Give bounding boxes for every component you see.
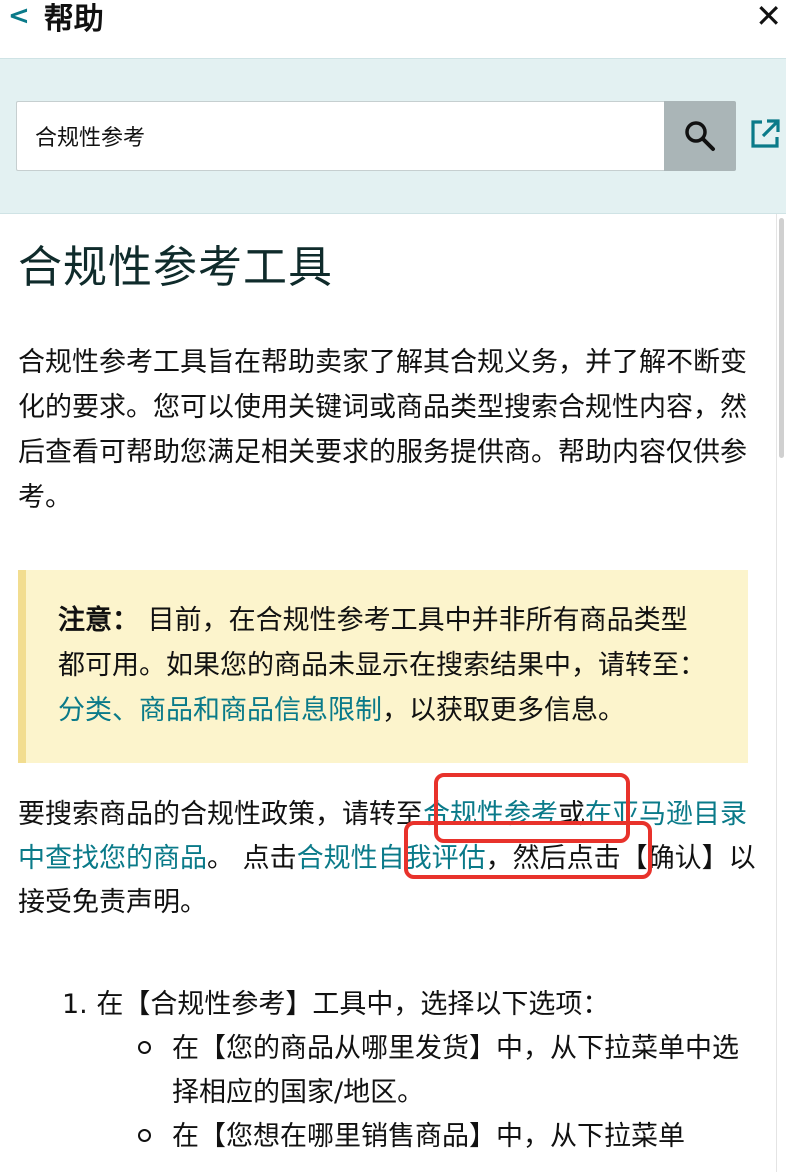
highlight-box-self-assessment <box>404 821 652 879</box>
intro-paragraph: 合规性参考工具旨在帮助卖家了解其合规义务，并了解不断变化的要求。您可以使用关键词… <box>18 347 747 513</box>
step-number: 1. <box>62 989 88 1020</box>
note-text-end: ，以获取更多信息。 <box>382 695 625 726</box>
external-link-button[interactable] <box>748 117 784 153</box>
bullet-icon <box>138 1041 151 1054</box>
note-text: 目前，在合规性参考工具中并非所有商品类型都可用。如果您的商品未显示在搜索结果中，… <box>58 605 706 681</box>
step-item: 1. 在【合规性参考】工具中，选择以下选项： 在【您的商品从哪里发货】中，从下拉… <box>62 983 758 1159</box>
sub-item-text: 在【您想在哪里销售商品】中，从下拉菜单 <box>172 1121 685 1152</box>
search-input[interactable] <box>16 101 664 171</box>
scrollbar-thumb[interactable] <box>779 218 784 458</box>
search-button[interactable] <box>664 101 736 171</box>
magnifier-icon <box>685 121 715 151</box>
note-label: 注意： <box>58 605 139 636</box>
search-instructions-paragraph: 要搜索商品的合规性政策，请转至合规性参考或在亚马逊目录中查找您的商品。 点击合规… <box>18 773 758 925</box>
bullet-icon <box>138 1129 151 1142</box>
chevron-left-icon: < <box>8 1 30 31</box>
top-bar: < 帮助 ✕ <box>0 0 786 58</box>
close-icon[interactable]: ✕ <box>755 0 782 38</box>
panel-title: 帮助 <box>43 2 104 37</box>
note-box: 注意： 目前，在合规性参考工具中并非所有商品类型都可用。如果您的商品未显示在搜索… <box>18 570 748 763</box>
article-content: 合规性参考工具 合规性参考工具旨在帮助卖家了解其合规义务，并了解不断变化的要求。… <box>0 214 776 1172</box>
sub-list-item: 在【您的商品从哪里发货】中，从下拉菜单中选择相应的国家/地区。 <box>138 1027 758 1115</box>
search-band <box>0 58 786 214</box>
sub-list-item: 在【您想在哪里销售商品】中，从下拉菜单 <box>138 1115 758 1159</box>
page-title: 合规性参考工具 <box>18 242 333 293</box>
sub-list: 在【您的商品从哪里发货】中，从下拉菜单中选择相应的国家/地区。 在【您想在哪里销… <box>138 1027 758 1159</box>
restrictions-link[interactable]: 分类、商品和商品信息限制 <box>58 695 382 726</box>
sub-item-text: 在【您的商品从哪里发货】中，从下拉菜单中选择相应的国家/地区。 <box>172 1033 739 1108</box>
para-text: 要搜索商品的合规性政策，请转至 <box>18 799 423 830</box>
para-text: 。 点击 <box>207 843 297 874</box>
steps-list: 1. 在【合规性参考】工具中，选择以下选项： 在【您的商品从哪里发货】中，从下拉… <box>62 983 758 1159</box>
back-button[interactable]: < 帮助 <box>8 0 104 38</box>
step-text: 在【合规性参考】工具中，选择以下选项： <box>96 989 610 1020</box>
external-link-icon <box>751 119 780 148</box>
scrollbar[interactable] <box>776 214 786 1172</box>
